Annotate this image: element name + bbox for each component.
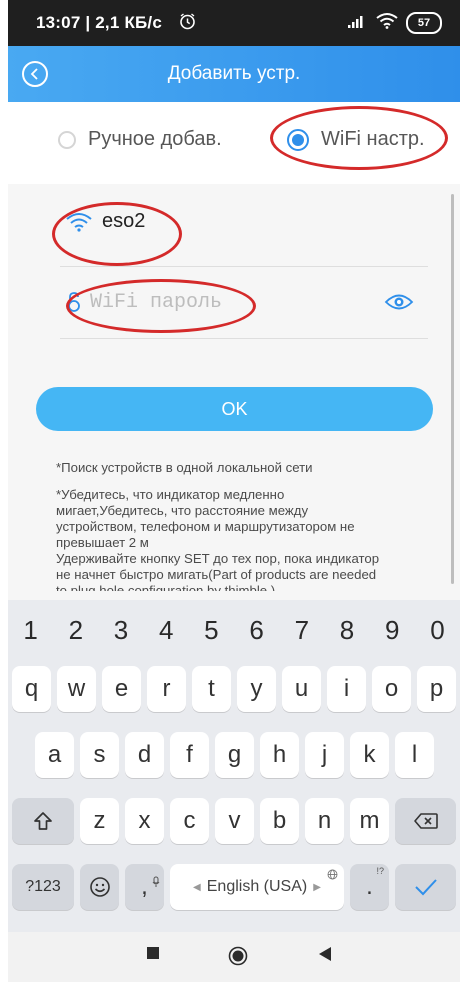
language-next-arrow-icon: ▶ [313,881,321,893]
page-title: Добавить устр. [167,63,301,84]
back-nav-button[interactable] [318,946,332,962]
password-row [66,282,434,322]
globe-icon [327,867,338,885]
alarm-icon [179,13,196,35]
show-password-eye-icon[interactable] [384,292,414,312]
hint-same-network: *Поиск устройств в одной локальной сети [56,460,313,475]
key-o[interactable]: o [372,666,411,712]
key-w[interactable]: w [57,666,96,712]
recent-apps-button[interactable] [146,946,160,960]
key-r[interactable]: r [147,666,186,712]
key-7[interactable]: 7 [279,610,324,650]
status-bar: 13:07 | 2,1 КБ/с 57 [8,0,460,46]
key-z[interactable]: z [80,798,119,844]
comma-label: , [141,873,148,900]
key-a[interactable]: a [35,732,74,778]
mic-icon [152,867,160,895]
keyboard-language-label: English (USA) [206,878,308,895]
emoji-key[interactable] [80,864,119,910]
key-g[interactable]: g [215,732,254,778]
symbols-key[interactable]: ?123 [12,864,74,910]
key-6[interactable]: 6 [234,610,279,650]
key-u[interactable]: u [282,666,321,712]
key-i[interactable]: i [327,666,366,712]
add-mode-selector: Ручное добав. WiFi настр. [8,104,460,184]
key-x[interactable]: x [125,798,164,844]
key-0[interactable]: 0 [415,610,460,650]
system-nav-bar [8,932,460,982]
mode-wifi-label: WiFi настр. [321,128,425,150]
key-h[interactable]: h [260,732,299,778]
key-k[interactable]: k [350,732,389,778]
key-f[interactable]: f [170,732,209,778]
triangle-back-icon [319,947,331,961]
key-3[interactable]: 3 [98,610,143,650]
key-5[interactable]: 5 [189,610,234,650]
period-key[interactable]: . !? [350,864,389,910]
key-n[interactable]: n [305,798,344,844]
key-c[interactable]: c [170,798,209,844]
key-l[interactable]: l [395,732,434,778]
radio-manual[interactable] [58,130,76,149]
home-circle-icon [228,946,248,966]
divider [60,266,428,267]
network-selector[interactable]: eso2 [66,210,145,233]
lock-icon [68,292,80,312]
key-v[interactable]: v [215,798,254,844]
period-label: . [366,873,373,900]
mode-manual-add[interactable]: Ручное добав. [58,128,222,151]
phone-screen: 13:07 | 2,1 КБ/с 57 Добавить устр. Ручно… [8,0,460,982]
key-9[interactable]: 9 [370,610,415,650]
key-d[interactable]: d [125,732,164,778]
status-time-speed: 13:07 | 2,1 КБ/с [36,13,163,32]
language-prev-arrow-icon: ◀ [193,881,201,893]
divider [60,338,428,339]
key-b[interactable]: b [260,798,299,844]
comma-key[interactable]: , [125,864,164,910]
backspace-key[interactable] [395,798,456,844]
key-2[interactable]: 2 [53,610,98,650]
mode-manual-label: Ручное добав. [88,128,222,150]
network-ssid: eso2 [102,210,146,232]
backspace-icon [413,813,438,829]
battery-indicator: 57 [406,12,442,34]
emoji-icon [89,877,110,897]
key-y[interactable]: y [237,666,276,712]
wifi-icon [66,212,92,232]
key-p[interactable]: p [417,666,456,712]
key-e[interactable]: e [102,666,141,712]
square-icon [147,947,159,959]
signal-icon [346,13,368,34]
wifi-password-input[interactable] [90,290,350,314]
wifi-status-icon [376,12,398,34]
hint-instructions: *Убедитесь, что индикатор медленно мигае… [56,487,380,591]
app-header: Добавить устр. [8,46,460,102]
shift-icon [34,812,52,830]
on-screen-keyboard: 1 2 3 4 5 6 7 8 9 0 q w e r t y u i o p … [8,600,460,932]
number-row: 1 2 3 4 5 6 7 8 9 0 [8,610,460,650]
key-m[interactable]: m [350,798,389,844]
key-s[interactable]: s [80,732,119,778]
key-4[interactable]: 4 [144,610,189,650]
key-q[interactable]: q [12,666,51,712]
key-j[interactable]: j [305,732,344,778]
scrollbar[interactable] [451,194,454,584]
radio-wifi[interactable] [287,128,309,151]
key-t[interactable]: t [192,666,231,712]
checkmark-icon [414,879,437,896]
mode-wifi-setup[interactable]: WiFi настр. [287,128,425,151]
period-hint: !? [376,866,384,876]
ok-button[interactable]: OK [36,387,433,431]
wifi-form: eso2 OK *Поиск устройств в одной локальн… [8,184,460,600]
done-key[interactable] [395,864,456,910]
key-8[interactable]: 8 [324,610,369,650]
space-key[interactable]: ◀ English (USA) ▶ [170,864,344,910]
shift-key[interactable] [12,798,74,844]
key-1[interactable]: 1 [8,610,53,650]
home-button[interactable] [228,946,248,966]
